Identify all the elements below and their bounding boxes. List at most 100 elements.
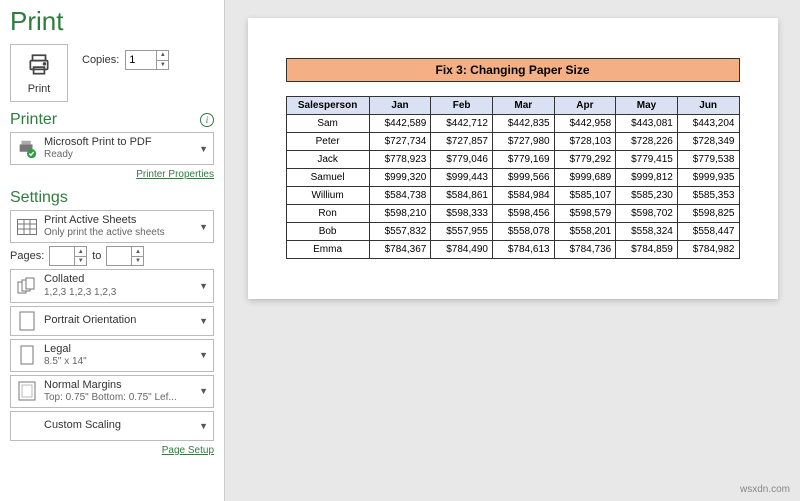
table-cell: $442,835 bbox=[492, 115, 554, 133]
table-cell: $784,613 bbox=[492, 241, 554, 259]
table-cell: $779,046 bbox=[431, 151, 493, 169]
pages-label: Pages: bbox=[10, 250, 44, 262]
chevron-down-icon: ▼ bbox=[199, 144, 208, 154]
table-row: Willium$584,738$584,861$584,984$585,107$… bbox=[286, 187, 739, 205]
pages-to-field[interactable]: ▲▼ bbox=[106, 246, 144, 266]
printer-section-header: Printer i bbox=[10, 111, 214, 129]
table-cell: Peter bbox=[286, 133, 369, 151]
preview-table: SalespersonJanFebMarAprMayJun Sam$442,58… bbox=[286, 96, 740, 259]
chevron-down-icon: ▼ bbox=[199, 316, 208, 326]
table-cell: $784,367 bbox=[369, 241, 431, 259]
table-cell: Samuel bbox=[286, 169, 369, 187]
table-cell: $442,589 bbox=[369, 115, 431, 133]
table-cell: $727,857 bbox=[431, 133, 493, 151]
table-cell: $585,230 bbox=[616, 187, 678, 205]
table-cell: $784,490 bbox=[431, 241, 493, 259]
printer-icon bbox=[26, 52, 52, 81]
print-sheets-sub: Only print the active sheets bbox=[44, 227, 165, 239]
pages-to-label: to bbox=[92, 250, 101, 262]
pages-to-arrows[interactable]: ▲▼ bbox=[131, 247, 143, 265]
table-cell: $999,566 bbox=[492, 169, 554, 187]
chevron-up-icon[interactable]: ▲ bbox=[157, 51, 168, 61]
pages-to-input[interactable] bbox=[107, 247, 131, 265]
table-cell: $585,353 bbox=[677, 187, 739, 205]
table-cell: $784,859 bbox=[616, 241, 678, 259]
table-cell: $727,734 bbox=[369, 133, 431, 151]
margins-icon bbox=[16, 380, 38, 402]
table-cell: $779,415 bbox=[616, 151, 678, 169]
collated-sub: 1,2,3 1,2,3 1,2,3 bbox=[44, 287, 116, 299]
margins-main: Normal Margins bbox=[44, 379, 177, 392]
print-row: Print Copies: ▲ ▼ bbox=[10, 44, 214, 102]
table-header-cell: Jun bbox=[677, 97, 739, 115]
chevron-down-icon: ▼ bbox=[199, 281, 208, 291]
table-cell: Jack bbox=[286, 151, 369, 169]
table-row: Jack$778,923$779,046$779,169$779,292$779… bbox=[286, 151, 739, 169]
table-cell: $727,980 bbox=[492, 133, 554, 151]
print-button[interactable]: Print bbox=[10, 44, 68, 102]
table-header-cell: Mar bbox=[492, 97, 554, 115]
table-cell: $999,320 bbox=[369, 169, 431, 187]
table-cell: $598,456 bbox=[492, 205, 554, 223]
collated-main: Collated bbox=[44, 273, 116, 286]
table-row: Bob$557,832$557,955$558,078$558,201$558,… bbox=[286, 223, 739, 241]
pages-from-input[interactable] bbox=[50, 247, 74, 265]
pages-from-field[interactable]: ▲▼ bbox=[49, 246, 87, 266]
margins-select[interactable]: Normal Margins Top: 0.75" Bottom: 0.75" … bbox=[10, 375, 214, 408]
table-header-cell: Apr bbox=[554, 97, 616, 115]
info-icon[interactable]: i bbox=[200, 113, 214, 127]
scaling-select[interactable]: Custom Scaling ▼ bbox=[10, 411, 214, 441]
table-cell: $999,443 bbox=[431, 169, 493, 187]
table-cell: $442,958 bbox=[554, 115, 616, 133]
copies-spinner[interactable]: ▲ ▼ bbox=[125, 50, 169, 70]
chevron-down-icon: ▼ bbox=[199, 222, 208, 232]
page-setup-link[interactable]: Page Setup bbox=[10, 445, 214, 456]
table-cell: $558,447 bbox=[677, 223, 739, 241]
printer-properties-link[interactable]: Printer Properties bbox=[10, 169, 214, 180]
orientation-select[interactable]: Portrait Orientation ▼ bbox=[10, 306, 214, 336]
collated-select[interactable]: Collated 1,2,3 1,2,3 1,2,3 ▼ bbox=[10, 269, 214, 302]
table-cell: $598,825 bbox=[677, 205, 739, 223]
printer-name: Microsoft Print to PDF bbox=[44, 136, 152, 149]
table-cell: $558,201 bbox=[554, 223, 616, 241]
copies-input[interactable] bbox=[126, 51, 156, 69]
table-cell: $779,538 bbox=[677, 151, 739, 169]
table-cell: $584,861 bbox=[431, 187, 493, 205]
print-sheets-select[interactable]: Print Active Sheets Only print the activ… bbox=[10, 210, 214, 243]
table-cell: $999,935 bbox=[677, 169, 739, 187]
printer-status-icon bbox=[16, 138, 38, 160]
copies-arrows[interactable]: ▲ ▼ bbox=[156, 51, 168, 69]
chevron-down-icon: ▼ bbox=[199, 350, 208, 360]
table-header-cell: Salesperson bbox=[286, 97, 369, 115]
paper-icon bbox=[16, 344, 38, 366]
table-cell: $778,923 bbox=[369, 151, 431, 169]
table-cell: Emma bbox=[286, 241, 369, 259]
table-cell: $784,982 bbox=[677, 241, 739, 259]
scaling-main: Custom Scaling bbox=[44, 419, 121, 432]
table-cell: Ron bbox=[286, 205, 369, 223]
table-header-cell: Feb bbox=[431, 97, 493, 115]
table-cell: Willium bbox=[286, 187, 369, 205]
preview-page: Fix 3: Changing Paper Size SalespersonJa… bbox=[248, 18, 778, 299]
page-title: Print bbox=[10, 6, 214, 37]
sheets-icon bbox=[16, 216, 38, 238]
printer-status: Ready bbox=[44, 149, 152, 161]
printer-select[interactable]: Microsoft Print to PDF Ready ▼ bbox=[10, 132, 214, 165]
paper-size-select[interactable]: Legal 8.5" x 14" ▼ bbox=[10, 339, 214, 372]
table-cell: $779,169 bbox=[492, 151, 554, 169]
print-preview: Fix 3: Changing Paper Size SalespersonJa… bbox=[225, 0, 800, 501]
table-header-cell: May bbox=[616, 97, 678, 115]
chevron-down-icon[interactable]: ▼ bbox=[157, 61, 168, 70]
table-cell: $584,984 bbox=[492, 187, 554, 205]
paper-sub: 8.5" x 14" bbox=[44, 356, 87, 368]
pages-from-arrows[interactable]: ▲▼ bbox=[74, 247, 86, 265]
printer-section-label: Printer bbox=[10, 111, 57, 129]
table-cell: $999,689 bbox=[554, 169, 616, 187]
table-cell: $598,333 bbox=[431, 205, 493, 223]
watermark: wsxdn.com bbox=[740, 484, 790, 495]
table-cell: $598,210 bbox=[369, 205, 431, 223]
table-cell: $728,226 bbox=[616, 133, 678, 151]
table-cell: $442,712 bbox=[431, 115, 493, 133]
chevron-down-icon: ▼ bbox=[199, 386, 208, 396]
table-cell: $558,078 bbox=[492, 223, 554, 241]
